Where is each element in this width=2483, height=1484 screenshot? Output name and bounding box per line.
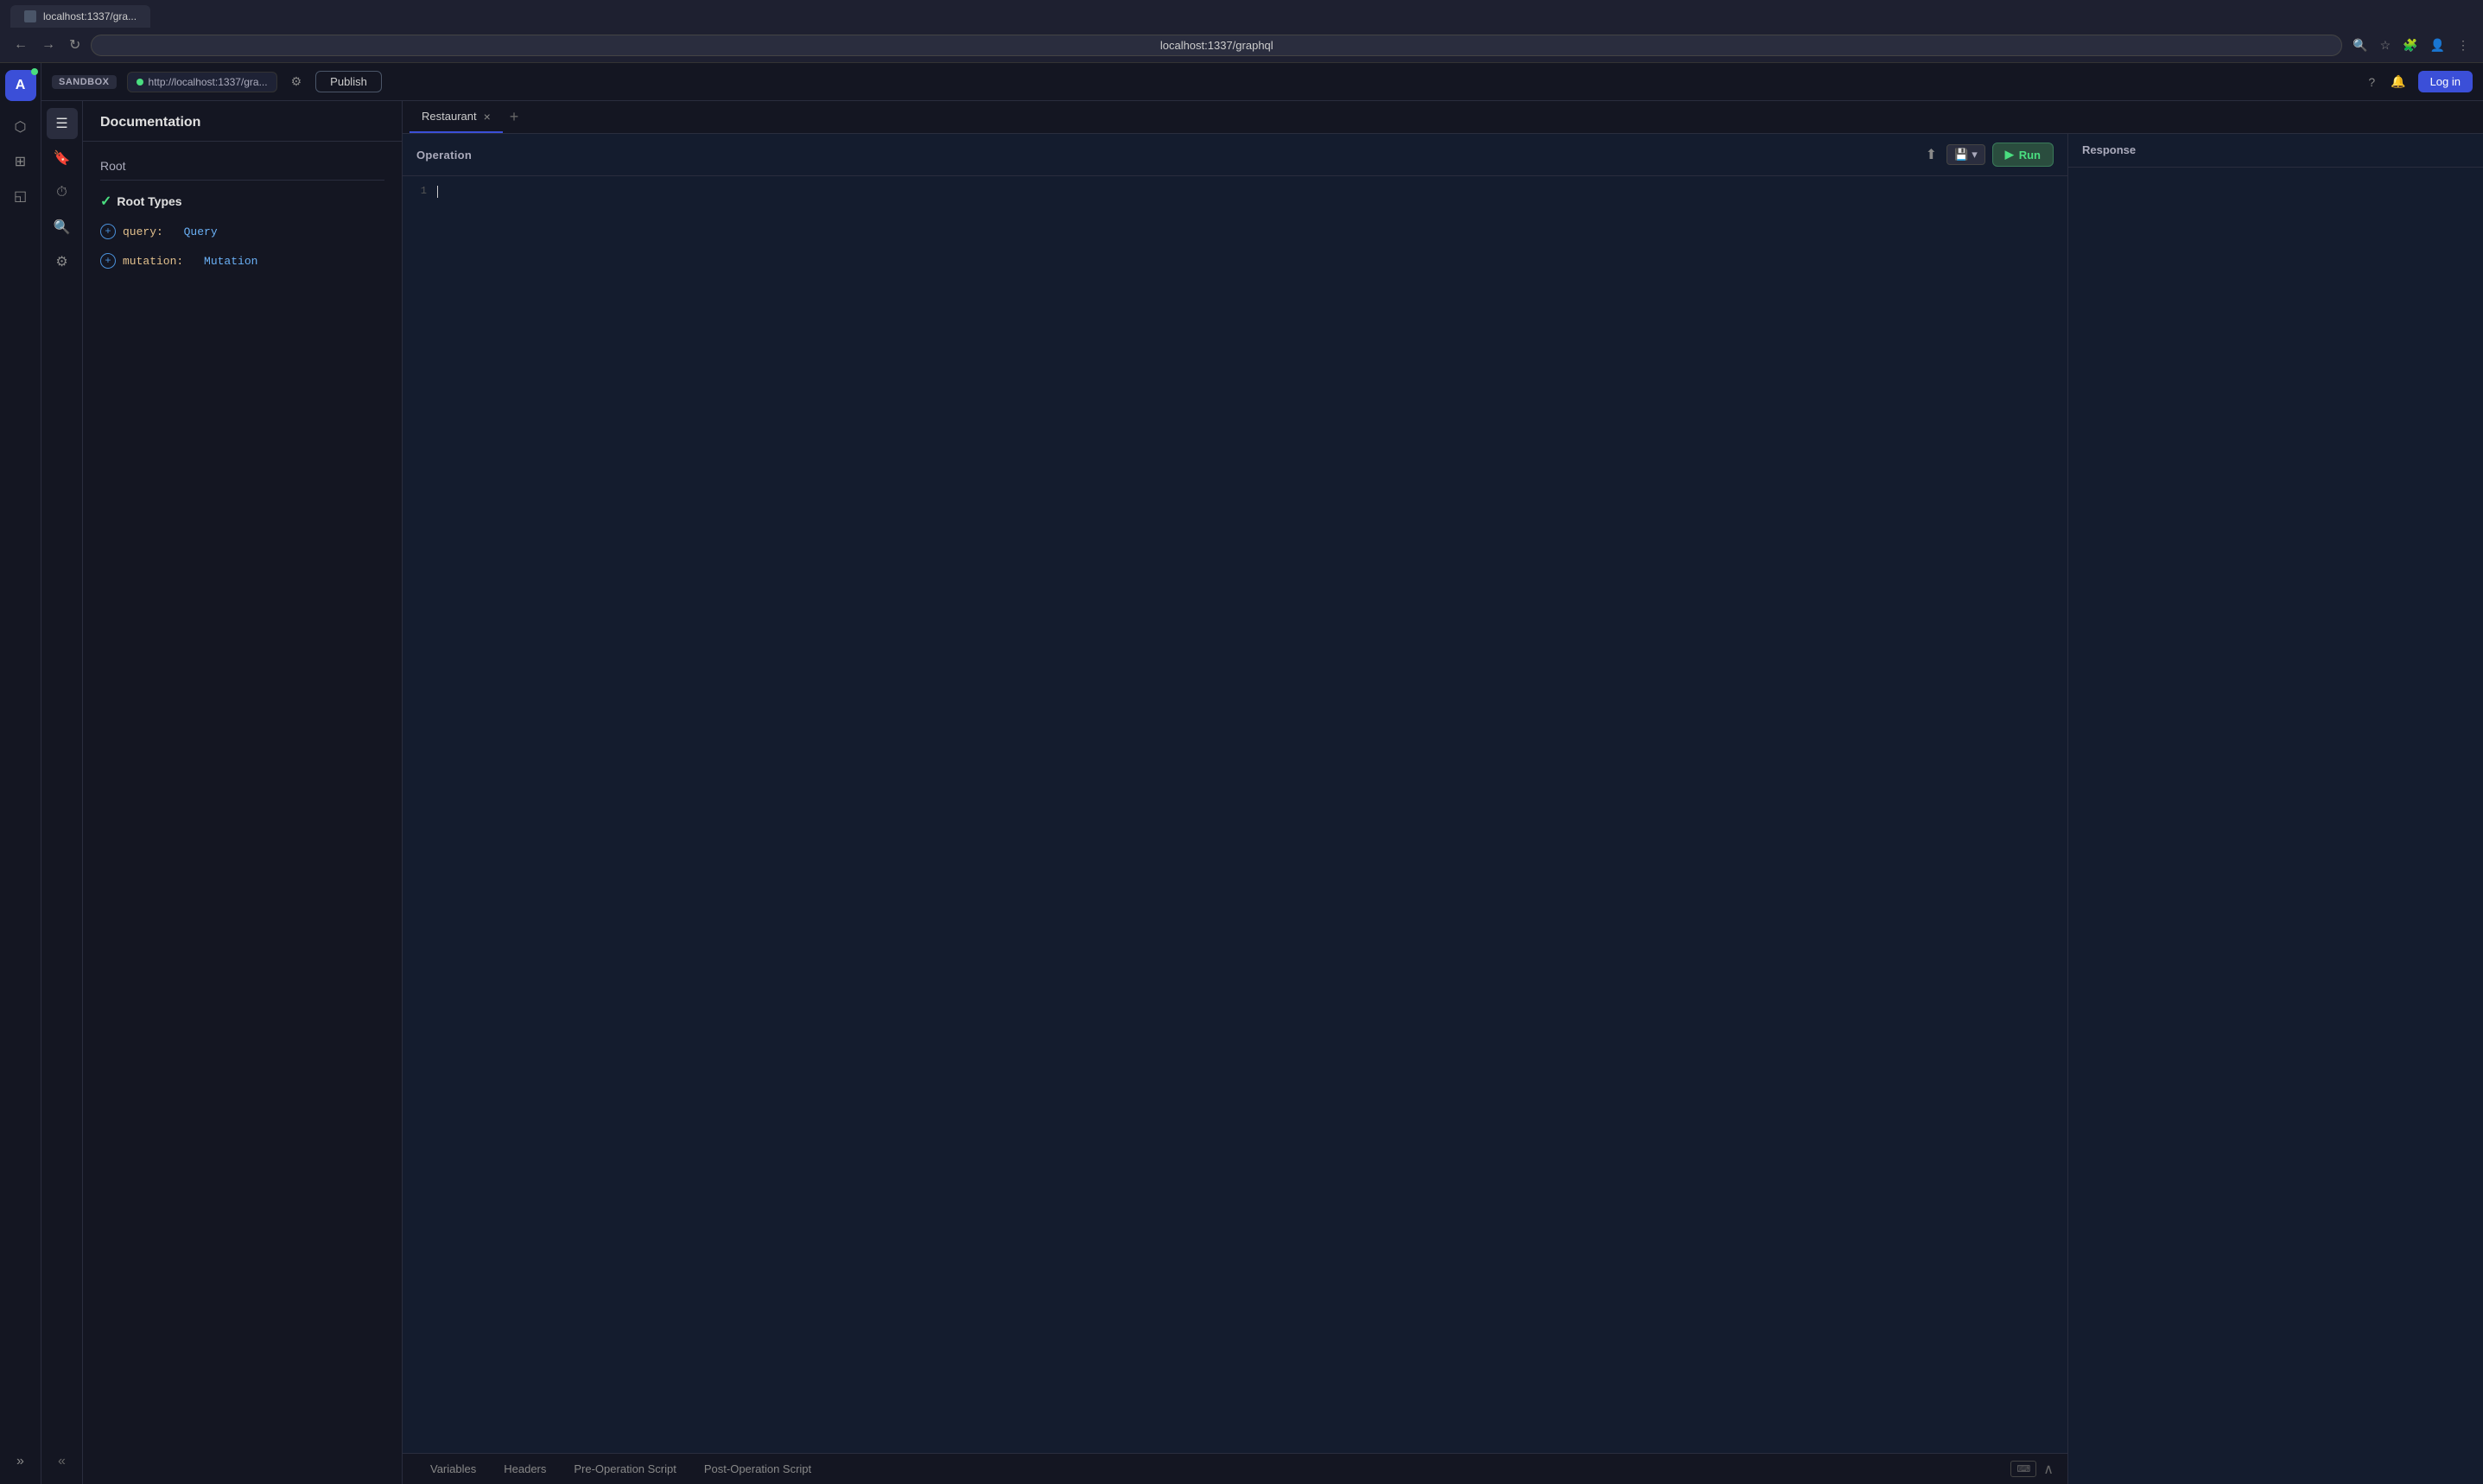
run-label: Run bbox=[2019, 149, 2041, 162]
operation-pane-title: Operation bbox=[416, 149, 472, 162]
content-area: ☰ 🔖 ⏱ 🔍 ⚙ « Documentation Root ✓ Root Ty… bbox=[41, 101, 2483, 1484]
doc-content: Root ✓ Root Types + query: Query + mutat… bbox=[83, 142, 402, 1484]
sidebar-collapse-button[interactable]: » bbox=[5, 1446, 36, 1477]
help-button[interactable]: ? bbox=[2365, 72, 2378, 92]
extensions-button[interactable]: 🧩 bbox=[2399, 35, 2421, 56]
doc-header: Documentation bbox=[83, 101, 402, 142]
login-button[interactable]: Log in bbox=[2418, 71, 2473, 92]
logo-letter: A bbox=[16, 78, 26, 93]
mutation-space bbox=[190, 255, 197, 268]
tabs-bar: Restaurant × + bbox=[403, 101, 2483, 134]
endpoint-indicator[interactable]: http://localhost:1337/gra... bbox=[127, 72, 277, 92]
zoom-button[interactable]: 🔍 bbox=[2349, 35, 2371, 56]
sandbox-badge: SANDBOX bbox=[52, 75, 117, 89]
code-editor[interactable]: 1 bbox=[403, 176, 2067, 1453]
notifications-button[interactable]: 🔔 bbox=[2387, 71, 2409, 92]
bottom-tabs: Variables Headers Pre-Operation Script P… bbox=[403, 1453, 2067, 1484]
query-keyword: query: bbox=[123, 225, 163, 238]
tab-restaurant-label: Restaurant bbox=[422, 110, 477, 123]
address-bar-input[interactable] bbox=[91, 35, 2342, 56]
nav-reload-button[interactable]: ↻ bbox=[66, 33, 84, 57]
tab-restaurant[interactable]: Restaurant × bbox=[410, 101, 503, 133]
profile-button[interactable]: 👤 bbox=[2427, 35, 2448, 56]
sidebar-bookmark-button[interactable]: 🔖 bbox=[47, 143, 78, 174]
publish-button[interactable]: Publish bbox=[315, 71, 382, 92]
operation-pane-header: Operation ⬆ 💾 ▾ ▶ Run bbox=[403, 134, 2067, 176]
sidebar-collapse-button[interactable]: « bbox=[47, 1446, 78, 1477]
doc-type-query[interactable]: + query: Query bbox=[100, 217, 384, 246]
top-bar: SANDBOX http://localhost:1337/gra... ⚙ P… bbox=[41, 63, 2483, 101]
check-icon: ✓ bbox=[100, 193, 111, 210]
response-pane-title: Response bbox=[2082, 143, 2136, 156]
secondary-sidebar: ☰ 🔖 ⏱ 🔍 ⚙ « bbox=[41, 101, 83, 1484]
menu-button[interactable]: ⋮ bbox=[2454, 35, 2473, 56]
mutation-keyword: mutation: bbox=[123, 255, 183, 268]
save-chevron: ▾ bbox=[1972, 148, 1978, 162]
browser-tab-label: localhost:1337/gra... bbox=[43, 10, 137, 22]
browser-tab[interactable]: localhost:1337/gra... bbox=[10, 5, 150, 28]
endpoint-url: http://localhost:1337/gra... bbox=[149, 76, 268, 88]
doc-root-types-section: ✓ Root Types bbox=[100, 181, 384, 217]
sidebar-search-button[interactable]: 🔍 bbox=[47, 212, 78, 243]
run-button[interactable]: ▶ Run bbox=[1992, 143, 2054, 167]
main-area: Restaurant × + Operation ⬆ bbox=[403, 101, 2483, 1484]
bottom-collapse-button[interactable]: ∧ bbox=[2043, 1461, 2054, 1478]
browser-actions: 🔍 ☆ 🧩 👤 ⋮ bbox=[2349, 35, 2473, 56]
tab-close-button[interactable]: × bbox=[484, 111, 491, 123]
text-cursor bbox=[437, 186, 438, 198]
sidebar-settings-button[interactable]: ⚙ bbox=[47, 246, 78, 277]
pre-operation-tab[interactable]: Pre-Operation Script bbox=[560, 1454, 690, 1484]
sidebar-docs-button[interactable]: ☰ bbox=[47, 108, 78, 139]
split-panes: Operation ⬆ 💾 ▾ ▶ Run bbox=[403, 134, 2483, 1484]
doc-root-item[interactable]: Root bbox=[100, 152, 384, 181]
keyboard-shortcut-icon[interactable]: ⌨ bbox=[2010, 1461, 2036, 1477]
nav-forward-button[interactable]: → bbox=[38, 34, 59, 56]
headers-tab[interactable]: Headers bbox=[490, 1454, 560, 1484]
pane-actions: ⬆ 💾 ▾ ▶ Run bbox=[1923, 143, 2054, 167]
play-icon: ▶ bbox=[2005, 148, 2014, 162]
bookmark-star-button[interactable]: ☆ bbox=[2377, 35, 2395, 56]
save-icon: 💾 bbox=[1954, 148, 1968, 162]
browser-address-bar: ← → ↻ 🔍 ☆ 🧩 👤 ⋮ bbox=[0, 28, 2483, 62]
tab-add-button[interactable]: + bbox=[503, 105, 526, 130]
endpoint-settings-button[interactable]: ⚙ bbox=[288, 71, 306, 92]
plus-circle-icon-mutation: + bbox=[100, 253, 116, 269]
doc-panel: Documentation Root ✓ Root Types + query:… bbox=[83, 101, 403, 1484]
doc-panel-title: Documentation bbox=[100, 115, 200, 130]
sidebar-item-graph[interactable]: ⬡ bbox=[5, 111, 36, 143]
root-types-label: Root Types bbox=[117, 194, 181, 208]
mutation-value: Mutation bbox=[204, 255, 257, 268]
browser-tabs: localhost:1337/gra... bbox=[0, 0, 2483, 28]
sidebar-item-unknown2[interactable]: ◱ bbox=[5, 181, 36, 212]
app-sidebar: A ⬡ ⊞ ◱ » bbox=[0, 63, 41, 1484]
plus-circle-icon: + bbox=[100, 224, 116, 239]
response-content bbox=[2068, 168, 2483, 1484]
response-pane: Response bbox=[2068, 134, 2483, 1484]
line-content-1 bbox=[437, 183, 2067, 200]
browser-chrome: localhost:1337/gra... ← → ↻ 🔍 ☆ 🧩 👤 ⋮ bbox=[0, 0, 2483, 63]
sidebar-history-button[interactable]: ⏱ bbox=[47, 177, 78, 208]
post-operation-tab[interactable]: Post-Operation Script bbox=[690, 1454, 825, 1484]
response-pane-header: Response bbox=[2068, 134, 2483, 168]
line-number-1: 1 bbox=[403, 183, 437, 197]
query-value: Query bbox=[184, 225, 218, 238]
variables-tab[interactable]: Variables bbox=[416, 1454, 490, 1484]
save-button[interactable]: 💾 ▾ bbox=[1946, 144, 1985, 165]
operation-pane: Operation ⬆ 💾 ▾ ▶ Run bbox=[403, 134, 2068, 1484]
doc-type-mutation[interactable]: + mutation: Mutation bbox=[100, 246, 384, 276]
share-button[interactable]: ⬆ bbox=[1923, 143, 1940, 166]
notification-dot bbox=[31, 68, 38, 75]
app-layout: A ⬡ ⊞ ◱ » SANDBOX http://localhost:1337/… bbox=[0, 63, 2483, 1484]
endpoint-status-dot bbox=[137, 79, 143, 86]
query-space bbox=[170, 225, 177, 238]
code-line-1: 1 bbox=[403, 183, 2067, 200]
tab-favicon bbox=[24, 10, 36, 22]
top-bar-right: ? 🔔 Log in bbox=[2365, 71, 2473, 92]
nav-back-button[interactable]: ← bbox=[10, 34, 31, 56]
sidebar-item-unknown1[interactable]: ⊞ bbox=[5, 146, 36, 177]
app-logo[interactable]: A bbox=[5, 70, 36, 101]
